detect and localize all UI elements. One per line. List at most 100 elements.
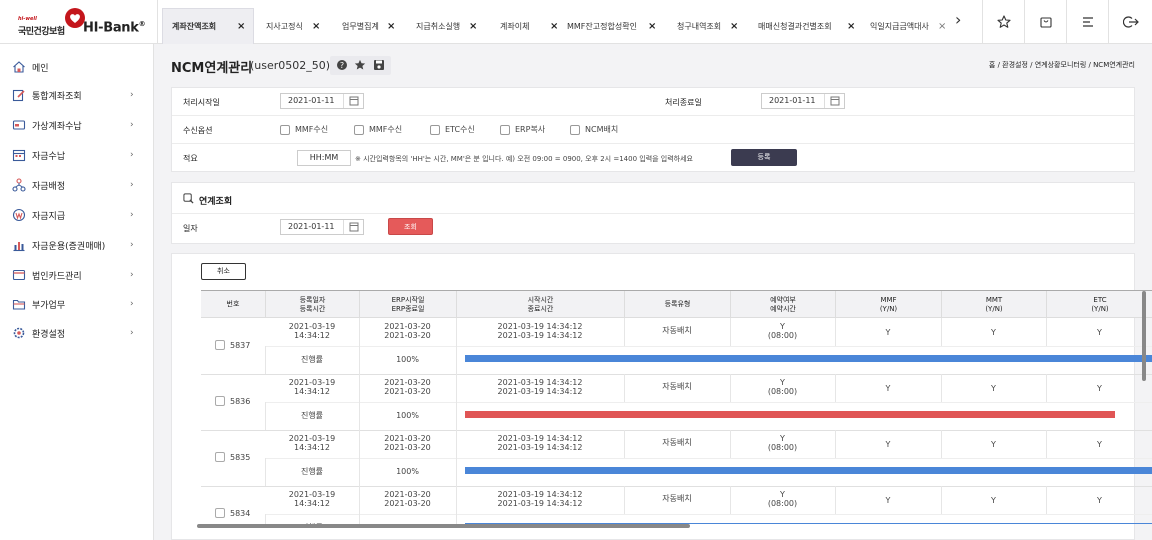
close-icon[interactable]: × [938, 21, 946, 32]
checkbox[interactable] [215, 452, 225, 462]
search-panel: 연계조회 일자 2021-01-11 조회 [171, 182, 1135, 244]
progress-value: 100% [396, 411, 419, 420]
row-checkbox[interactable]: 5834 [215, 508, 250, 518]
end-time: 2021-03-19 14:34:12 [497, 499, 583, 508]
progress-value: 100% [396, 355, 419, 364]
card-icon [12, 120, 26, 130]
checkbox[interactable] [215, 340, 225, 350]
result-grid: 번호 등록일자 등록시간 ERP시작일 ERP종료일 시작시간 종료시간 등록유형 예… [201, 290, 1152, 524]
col-header-erp[interactable]: ERP시작일 ERP종료일 [359, 291, 456, 318]
sidebar-item-fund-allocation[interactable]: 자금배정 › [0, 174, 154, 196]
checkbox[interactable] [500, 124, 510, 135]
cancel-button[interactable]: 취소 [201, 263, 246, 280]
checkbox[interactable] [570, 124, 580, 135]
row-checkbox[interactable]: 5835 [215, 452, 250, 462]
etc-flag: Y [1097, 328, 1102, 337]
close-icon[interactable]: × [237, 21, 245, 32]
row-checkbox[interactable]: 5837 [215, 340, 250, 350]
close-icon[interactable]: × [648, 21, 656, 32]
register-button[interactable]: 등록 [731, 149, 797, 166]
time-input[interactable]: HH:MM [297, 150, 351, 166]
tab-2[interactable]: 지사고정식 × [254, 8, 336, 44]
sidebar-item-label: 환경설정 [32, 329, 66, 340]
tab-5[interactable]: 계좌이체 × [500, 8, 562, 44]
sidebar-item-fund-payment[interactable]: 자금지급 › [0, 204, 154, 226]
row-checkbox[interactable]: 5836 [215, 396, 250, 406]
start-time: 2021-03-19 14:34:12 [497, 322, 583, 331]
chevron-right-icon: › [130, 210, 134, 220]
search-button[interactable]: 조회 [388, 218, 433, 235]
cart-button[interactable] [1024, 0, 1066, 44]
checkbox[interactable] [215, 508, 225, 518]
checkbox[interactable] [215, 396, 225, 406]
option-ncm-checkbox[interactable]: NCM배치 [570, 124, 618, 135]
tab-3[interactable]: 업무별집계 × [336, 8, 418, 44]
col-header-type[interactable]: 등록유형 [624, 291, 730, 318]
save-icon[interactable] [373, 59, 385, 74]
sidebar-item-main[interactable]: 메인 [0, 56, 154, 78]
tab-account-balance[interactable]: 계좌잔액조회 × [162, 8, 254, 44]
close-icon[interactable]: × [312, 21, 320, 32]
option-erp-checkbox[interactable]: ERP복사 [500, 124, 545, 135]
search-date-input[interactable]: 2021-01-11 [280, 219, 364, 235]
checkbox[interactable] [280, 124, 290, 135]
col-divider [730, 318, 731, 346]
vertical-scrollbar[interactable] [1142, 291, 1146, 381]
option-mmf-checkbox[interactable]: MMF수신 [280, 124, 328, 135]
reserve: Y (08:00) [730, 490, 835, 508]
tab-4[interactable]: 지급취소실행 × [416, 8, 500, 44]
col-divider [624, 430, 625, 458]
start-date-label: 처리시작일 [183, 98, 220, 107]
checkbox[interactable] [354, 124, 364, 135]
sidebar-item-fund-management[interactable]: 자금운용(증권매매) › [0, 234, 154, 256]
menu-button[interactable] [1066, 0, 1108, 44]
erp-dates: 2021-03-20 2021-03-20 [359, 378, 456, 396]
tab-6[interactable]: MMF잔고정합성확인 × [562, 8, 660, 44]
favorite-button[interactable] [982, 0, 1024, 44]
logo[interactable]: hi-well 국민건강보험 HI-Bank® [0, 0, 158, 44]
start-date-input[interactable]: 2021-01-11 [280, 93, 364, 109]
close-icon[interactable]: × [550, 21, 558, 32]
tab-7[interactable]: 청구내역조회 × [660, 8, 750, 44]
tab-8[interactable]: 매매신청결과건별조회 × [750, 8, 862, 44]
header-text: 예약여부 [770, 295, 796, 304]
option-mmf2-checkbox[interactable]: MMF수신 [354, 124, 402, 135]
close-icon[interactable]: × [387, 21, 395, 32]
star-icon[interactable] [354, 59, 366, 74]
end-date-label: 처리종료일 [665, 98, 702, 107]
col-header-reg[interactable]: 등록일자 등록시간 [265, 291, 359, 318]
help-icon[interactable]: ? [336, 59, 348, 74]
tab-label: 계좌잔액조회 [172, 22, 217, 31]
sidebar-item-settings[interactable]: 환경설정 › [0, 322, 154, 344]
sidebar-item-corporate-card[interactable]: 법인카드관리 › [0, 264, 154, 286]
close-icon[interactable]: × [730, 21, 738, 32]
end-date-input[interactable]: 2021-01-11 [761, 93, 845, 109]
sidebar-item-virtual-account[interactable]: 가상계좌수납 › [0, 114, 154, 136]
reg-datetime: 2021-03-19 14:34:12 [265, 490, 359, 508]
col-header-etc[interactable]: ETC (Y/N) [1046, 291, 1152, 318]
horizontal-scrollbar[interactable] [197, 524, 690, 528]
sidebar-item-label: 부가업무 [32, 300, 66, 311]
col-header-mmt[interactable]: MMT (Y/N) [941, 291, 1046, 318]
calendar-icon[interactable] [824, 94, 844, 108]
col-header-mmf[interactable]: MMF (Y/N) [835, 291, 941, 318]
chevron-right-icon[interactable]: › [955, 10, 961, 29]
col-header-reserve[interactable]: 예약여부 예약시간 [730, 291, 835, 318]
option-etc-checkbox[interactable]: ETC수신 [430, 124, 475, 135]
mmt-flag: Y [991, 496, 996, 505]
col-header-no[interactable]: 번호 [201, 291, 265, 318]
reserve-time: (08:00) [767, 331, 798, 340]
calendar-icon[interactable] [343, 94, 363, 108]
sidebar-item-fund-receipt[interactable]: 자금수납 › [0, 144, 154, 166]
row-divider [265, 458, 1152, 459]
logout-button[interactable] [1108, 0, 1152, 44]
checkbox[interactable] [430, 124, 440, 135]
close-icon[interactable]: × [847, 21, 855, 32]
divider [172, 213, 1134, 214]
close-icon[interactable]: × [469, 21, 477, 32]
calendar-icon[interactable] [343, 220, 363, 234]
tab-9[interactable]: 익일지급금액대사 × [862, 8, 980, 44]
sidebar-item-account-inquiry[interactable]: 통합계좌조회 › [0, 84, 154, 106]
col-header-time[interactable]: 시작시간 종료시간 [456, 291, 624, 318]
sidebar-item-additional-work[interactable]: 부가업무 › [0, 293, 154, 315]
